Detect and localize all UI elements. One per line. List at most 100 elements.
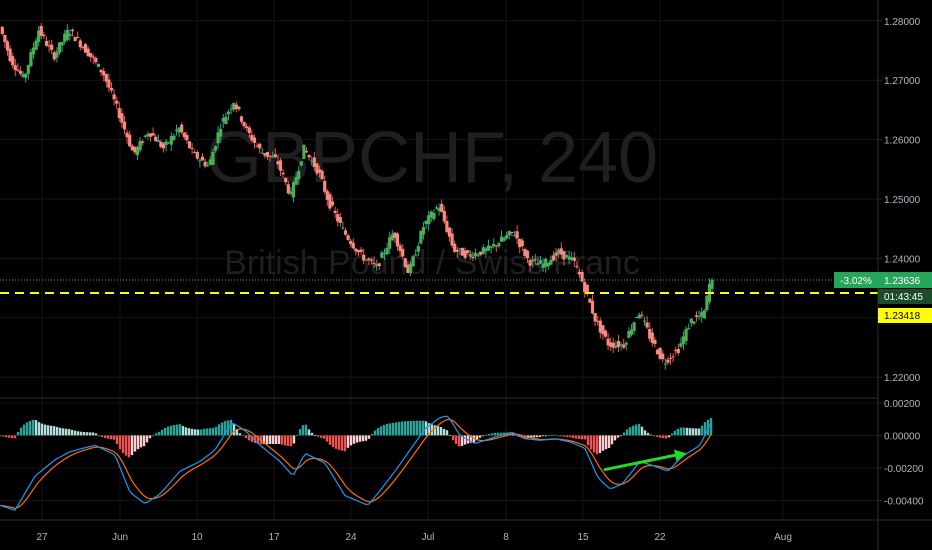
- candle-body-down: [533, 259, 537, 261]
- histogram-bar-positive: [391, 422, 395, 436]
- histogram-bar-positive: [418, 420, 422, 436]
- histogram-bar-positive: [415, 420, 419, 436]
- histogram-bar-positive: [484, 434, 488, 436]
- candle-body-up: [416, 246, 420, 252]
- candle-body-up: [211, 151, 215, 165]
- histogram-bar-positive: [547, 435, 551, 436]
- histogram-bar-negative: [514, 435, 518, 437]
- histogram-bar-negative: [334, 435, 338, 449]
- candle-body-down: [39, 25, 43, 36]
- candle-body-down: [593, 312, 597, 322]
- candle-body-down: [603, 330, 608, 337]
- histogram-bar-positive: [634, 424, 638, 436]
- histogram-bar-positive: [490, 433, 494, 436]
- candle-body-down: [200, 156, 205, 161]
- candle-body-down: [109, 87, 114, 91]
- histogram-bar-positive: [160, 429, 164, 436]
- candle-body-down: [195, 152, 199, 159]
- candle-body-down: [242, 122, 246, 127]
- histogram-bar-positive: [373, 430, 377, 436]
- candle-body-up: [414, 254, 418, 256]
- histogram-bar-negative: [106, 435, 110, 439]
- candle-body-down: [76, 36, 80, 38]
- candle-body-down: [442, 210, 446, 222]
- histogram-bar-negative: [463, 435, 467, 445]
- candle-body-down: [377, 263, 381, 266]
- histogram-bar-negative: [340, 435, 344, 451]
- candle-body-up: [507, 231, 511, 236]
- candle-body-up: [411, 256, 415, 267]
- histogram-bar-positive: [442, 428, 446, 436]
- histogram-bar-positive: [688, 428, 692, 436]
- histogram-bar-negative: [109, 435, 113, 440]
- candle-body-down: [338, 217, 342, 223]
- histogram-bar-positive: [19, 427, 23, 436]
- histogram-bar-positive: [217, 424, 221, 436]
- histogram-bar-negative: [616, 435, 620, 438]
- histogram-bar-positive: [679, 427, 683, 436]
- candle-body-up: [297, 170, 301, 180]
- histogram-bar-positive: [73, 430, 77, 436]
- histogram-bar-positive: [622, 432, 626, 436]
- histogram-bar-positive: [628, 427, 632, 436]
- histogram-bar-positive: [172, 424, 176, 436]
- histogram-bar-positive: [493, 432, 497, 436]
- histogram-bar-negative: [604, 435, 608, 450]
- candle-body-down: [180, 124, 184, 133]
- candle-body-down: [525, 250, 530, 259]
- histogram-bar-positive: [205, 428, 209, 436]
- histogram-bar-positive: [691, 428, 695, 436]
- time-tick-label: Aug: [774, 532, 792, 543]
- bar-countdown-label: 01:43:45: [884, 292, 923, 303]
- histogram-bar-positive: [649, 434, 653, 436]
- histogram-bar-positive: [157, 431, 161, 436]
- histogram-bar-positive: [379, 426, 383, 436]
- candle-body-down: [520, 240, 524, 247]
- histogram-bar-negative: [112, 435, 116, 440]
- chart-canvas[interactable]: GBPCHF, 240 British Pound / Swiss Franc …: [0, 0, 932, 550]
- histogram-bar-positive: [211, 427, 215, 436]
- histogram-bar-negative: [661, 435, 665, 439]
- histogram-bar-negative: [367, 435, 371, 439]
- histogram-bar-positive: [22, 424, 26, 436]
- histogram-bar-negative: [478, 435, 482, 438]
- histogram-bar-negative: [568, 435, 572, 438]
- histogram-bar-negative: [1, 435, 5, 437]
- histogram-bar-positive: [385, 424, 389, 436]
- time-tick-label: 15: [577, 532, 589, 543]
- histogram-bar-positive: [16, 432, 20, 436]
- candle-body-down: [359, 249, 363, 252]
- candle-body-down: [258, 143, 262, 149]
- histogram-bar-negative: [586, 435, 590, 446]
- histogram-bar-positive: [91, 432, 95, 436]
- candle-body-down: [89, 52, 93, 57]
- price-tick-label: 1.27000: [884, 76, 921, 87]
- histogram-bar-negative: [598, 435, 602, 454]
- candle-body-down: [515, 231, 519, 239]
- candle-body-up: [473, 253, 478, 257]
- candle-body-down: [661, 353, 665, 360]
- histogram-bar-positive: [70, 429, 74, 436]
- histogram-bar-positive: [295, 435, 299, 436]
- histogram-bar-negative: [127, 435, 131, 458]
- change-percent-label: -3.02%: [840, 276, 872, 287]
- histogram-bar-negative: [148, 435, 152, 439]
- candle-body-down: [237, 106, 241, 110]
- candle-body-down: [247, 127, 251, 134]
- histogram-bar-positive: [310, 432, 314, 436]
- histogram-bar-positive: [169, 425, 173, 436]
- candle-body-down: [466, 250, 470, 253]
- histogram-bar-positive: [94, 433, 98, 436]
- candle-body-down: [372, 262, 376, 264]
- candle-body-down: [115, 100, 119, 104]
- histogram-bar-positive: [448, 434, 452, 436]
- histogram-bar-positive: [199, 429, 203, 436]
- histogram-bar-negative: [532, 435, 536, 438]
- candle-body-down: [120, 113, 124, 123]
- histogram-bar-negative: [583, 435, 587, 440]
- histogram-bar-positive: [676, 428, 680, 436]
- histogram-bar-positive: [28, 420, 32, 436]
- price-tick-label: 1.22000: [884, 373, 921, 384]
- histogram-bar-negative: [556, 435, 560, 437]
- histogram-bar-negative: [316, 435, 320, 437]
